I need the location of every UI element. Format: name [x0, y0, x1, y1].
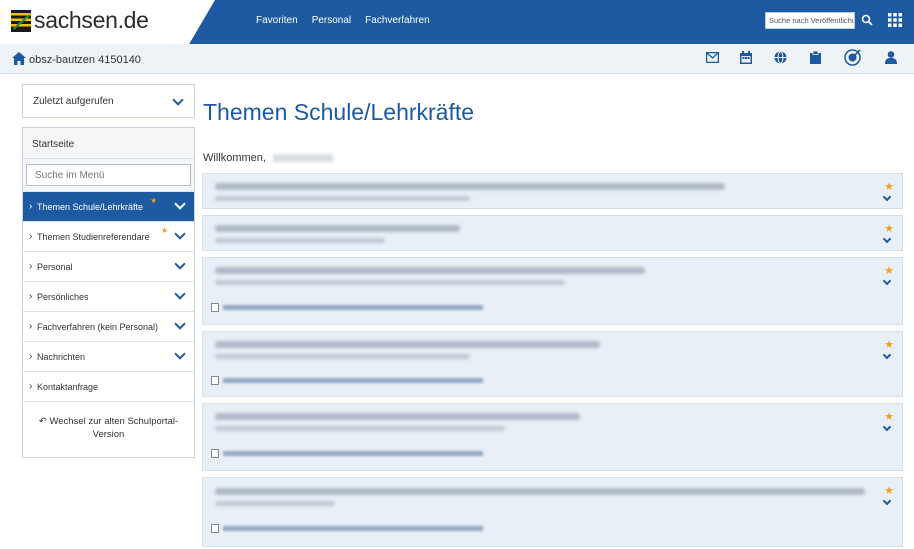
news-card[interactable]: ★ [202, 215, 903, 251]
chevron-down-icon[interactable] [882, 192, 892, 202]
news-title-redacted [215, 488, 865, 495]
logo-text: sachsen.de [34, 7, 149, 33]
news-card[interactable]: ★ [202, 257, 903, 325]
apps-grid-icon[interactable] [888, 13, 902, 27]
school-name: obsz-bautzen 4150140 [29, 54, 141, 66]
network-icon[interactable] [844, 49, 861, 66]
news-card[interactable]: ★ [202, 331, 903, 397]
news-meta-redacted [215, 501, 335, 506]
chevron-down-icon[interactable] [174, 288, 186, 300]
old-portal-label: Wechsel zur alten Schulportal-Version [49, 416, 179, 440]
favorite-star-icon: ★ [161, 226, 169, 235]
news-title-redacted [215, 183, 725, 190]
favorite-star-icon[interactable]: ★ [884, 180, 894, 193]
calendar-icon[interactable] [740, 51, 752, 64]
news-card[interactable]: ★ [202, 477, 903, 547]
sidebar-item-persoenliches[interactable]: Persönliches [23, 281, 194, 311]
news-link-redacted[interactable] [223, 305, 483, 310]
nav-fachverfahren[interactable]: Fachverfahren [365, 15, 429, 26]
sidebar-menu: Startseite Suche im Menü Themen Schule/L… [22, 127, 195, 458]
globe-icon[interactable] [774, 51, 787, 64]
top-nav: Favoriten Personal Fachverfahren [256, 15, 444, 26]
logo-area[interactable]: sachsen.de [0, 0, 215, 44]
news-link-redacted[interactable] [223, 451, 483, 456]
welcome-label: Willkommen, [203, 152, 266, 164]
nav-favoriten[interactable]: Favoriten [256, 15, 298, 26]
sidebar-item-label: Themen Schule/Lehrkräfte [29, 201, 143, 212]
news-title-redacted [215, 413, 580, 420]
nav-personal[interactable]: Personal [312, 15, 351, 26]
chevron-down-icon[interactable] [174, 228, 186, 240]
recent-dropdown[interactable]: Zuletzt aufgerufen [22, 84, 195, 118]
chevron-down-icon[interactable] [174, 318, 186, 330]
sub-bar: obsz-bautzen 4150140 [0, 44, 914, 74]
chevron-down-icon[interactable] [174, 198, 186, 210]
welcome-text: Willkommen, [203, 152, 334, 164]
page-title: Themen Schule/Lehrkräfte [203, 99, 475, 125]
news-link-redacted[interactable] [223, 378, 483, 383]
chevron-down-icon[interactable] [882, 422, 892, 432]
home-icon[interactable] [12, 52, 26, 65]
chevron-down-icon[interactable] [882, 276, 892, 286]
favorite-star-icon[interactable]: ★ [884, 410, 894, 423]
news-card[interactable]: ★ [202, 403, 903, 471]
document-icon [211, 303, 219, 312]
clipboard-icon[interactable] [810, 51, 821, 64]
sidebar: Zuletzt aufgerufen Startseite Suche im M… [22, 84, 195, 458]
favorite-star-icon[interactable]: ★ [884, 484, 894, 497]
news-link-redacted[interactable] [223, 526, 483, 531]
chevron-down-icon[interactable] [174, 348, 186, 360]
sidebar-item-label: Themen Studienreferendare [29, 231, 150, 242]
news-meta-redacted [215, 196, 470, 201]
news-card[interactable]: ★ [202, 173, 903, 209]
chevron-down-icon[interactable] [882, 350, 892, 360]
news-meta-redacted [215, 238, 385, 243]
redacted-user-name [273, 154, 334, 163]
news-title-redacted [215, 225, 460, 232]
favorite-star-icon: ★ [150, 196, 158, 205]
news-meta-redacted [215, 280, 565, 285]
favorite-star-icon[interactable]: ★ [884, 222, 894, 235]
search-icon[interactable] [858, 11, 876, 30]
chevron-down-icon[interactable] [174, 258, 186, 270]
old-portal-link[interactable]: ↶ Wechsel zur alten Schulportal-Version [23, 401, 194, 457]
sidebar-item-fachverfahren[interactable]: Fachverfahren (kein Personal) [23, 311, 194, 341]
sidebar-item-label: Fachverfahren (kein Personal) [29, 321, 158, 332]
sidebar-item-themen-schule[interactable]: Themen Schule/Lehrkräfte ★ [23, 191, 194, 221]
chevron-down-icon [172, 94, 184, 106]
document-icon [211, 449, 219, 458]
document-icon [211, 376, 219, 385]
chevron-down-icon[interactable] [882, 234, 892, 244]
sidebar-item-label: Kontaktanfrage [29, 381, 98, 392]
menu-start[interactable]: Startseite [23, 128, 194, 159]
recent-label: Zuletzt aufgerufen [33, 96, 114, 107]
news-title-redacted [215, 341, 600, 348]
sidebar-item-nachrichten[interactable]: Nachrichten [23, 341, 194, 371]
news-title-redacted [215, 267, 645, 274]
sidebar-item-kontaktanfrage[interactable]: Kontaktanfrage [23, 371, 194, 401]
search-input[interactable]: Suche nach Veröffentlichu [765, 12, 855, 29]
sidebar-item-label: Nachrichten [29, 351, 85, 362]
user-icon[interactable] [885, 51, 897, 64]
top-bar: sachsen.de Favoriten Personal Fachverfah… [0, 0, 914, 44]
favorite-star-icon[interactable]: ★ [884, 264, 894, 277]
sidebar-item-label: Persönliches [29, 291, 88, 302]
news-meta-redacted [215, 426, 505, 431]
chevron-down-icon[interactable] [882, 496, 892, 506]
document-icon [211, 524, 219, 533]
menu-search-input[interactable]: Suche im Menü [26, 164, 191, 186]
sidebar-item-personal[interactable]: Personal [23, 251, 194, 281]
news-meta-redacted [215, 354, 470, 359]
saxony-coat-of-arms-icon [11, 10, 31, 32]
mail-icon[interactable] [706, 52, 719, 63]
undo-icon: ↶ [38, 416, 47, 427]
menu-search-wrap: Suche im Menü [23, 159, 194, 191]
favorite-star-icon[interactable]: ★ [884, 338, 894, 351]
sidebar-item-label: Personal [29, 261, 72, 272]
sidebar-item-themen-studienreferendare[interactable]: Themen Studienreferendare ★ [23, 221, 194, 251]
